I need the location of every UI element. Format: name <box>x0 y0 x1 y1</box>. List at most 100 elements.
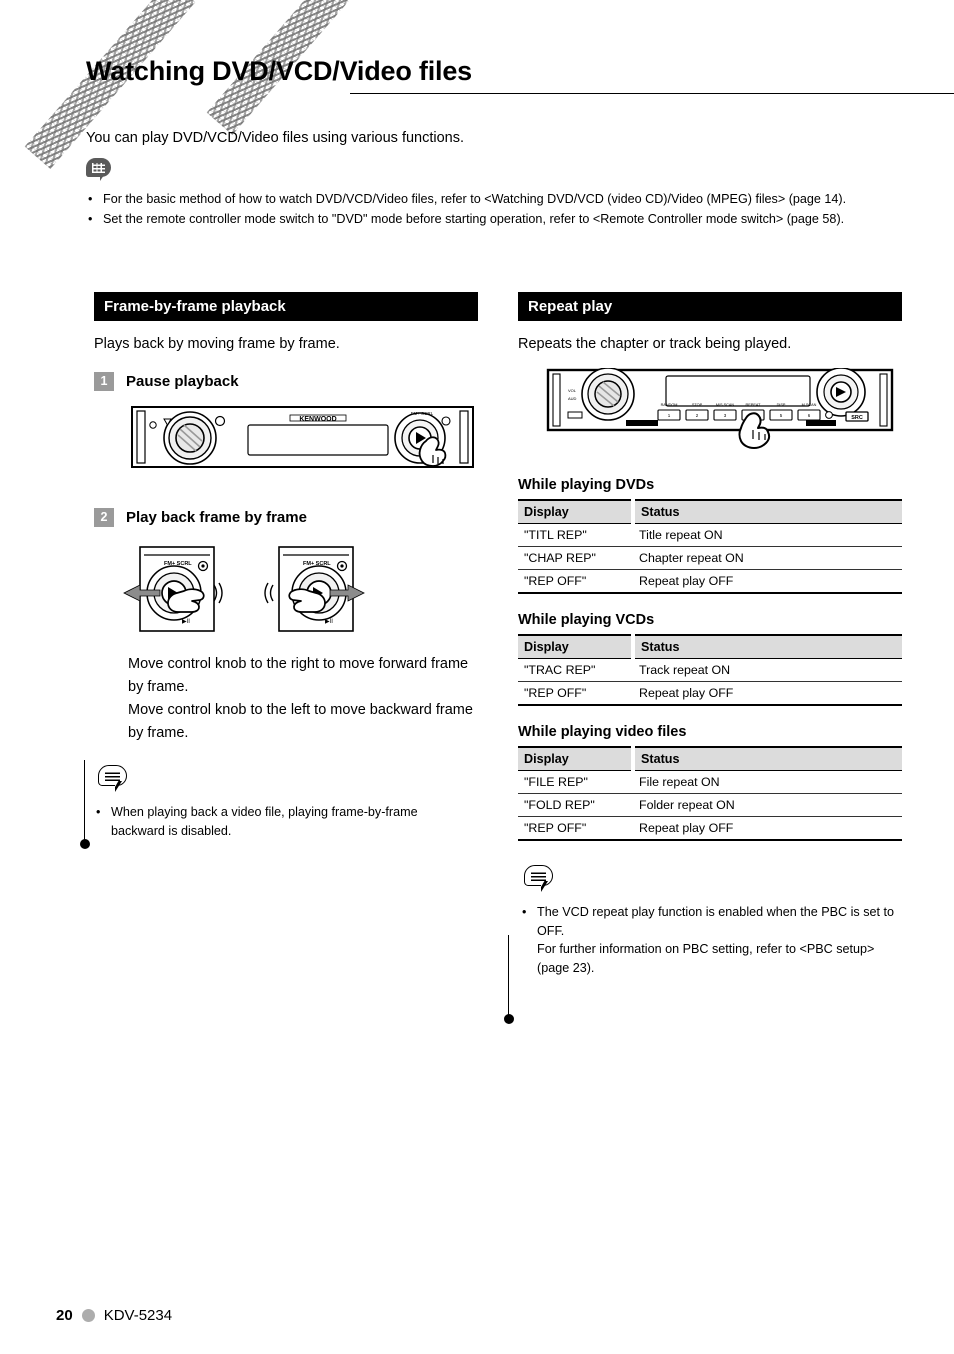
svg-text:DISP: DISP <box>777 403 786 407</box>
table-row: "REP OFF" Repeat play OFF <box>518 817 902 841</box>
svg-text:FM+ SCRL: FM+ SCRL <box>411 411 434 416</box>
cell-status: Title repeat ON <box>633 523 902 547</box>
table-header-row: Display Status <box>518 747 902 771</box>
car-stereo-panel-svg: VOL AUD SRC RANDOM STOP M/S SCAN REPEAT … <box>546 367 894 449</box>
note-cloud-icon <box>524 865 558 893</box>
column-header-display: Display <box>518 747 635 771</box>
bullet-marker: • <box>88 192 93 206</box>
table-header-row: Display Status <box>518 635 902 659</box>
note-bubble-icon <box>86 158 114 182</box>
knob-detail-illustrations: FM+ SCRL ▶II FM+ SCRL ▶II <box>122 541 478 633</box>
page-number: 20 <box>56 1307 73 1324</box>
cell-display: "REP OFF" <box>524 686 587 700</box>
table-row: "CHAP REP" Chapter repeat ON <box>518 546 902 570</box>
table-block-video-files: While playing video files Display Status… <box>518 724 902 841</box>
page-title: Watching DVD/VCD/Video files <box>86 56 472 86</box>
right-column-margin-rule <box>503 935 514 1024</box>
bullet-marker: • <box>96 805 101 819</box>
cell-status: Track repeat ON <box>633 658 902 682</box>
table-header-row: Display Status <box>518 500 902 524</box>
note-item: • Set the remote controller mode switch … <box>88 210 906 229</box>
cell-display: "CHAP REP" <box>518 546 633 570</box>
right-notes-list: • The VCD repeat play function is enable… <box>522 903 906 977</box>
svg-text:▶II: ▶II <box>325 619 333 625</box>
table-block-dvds: While playing DVDs Display Status "TITL … <box>518 477 902 594</box>
column-header-display: Display <box>518 500 635 524</box>
bullet-marker: • <box>88 211 93 226</box>
note-text: When playing back a video file, playing … <box>111 805 418 838</box>
repeat-table-vcds: Display Status "TRAC REP" Track repeat O… <box>518 634 902 706</box>
top-notes-list: • For the basic method of how to watch D… <box>88 190 906 229</box>
svg-text:AUD: AUD <box>568 396 577 401</box>
table-title: While playing VCDs <box>518 612 655 628</box>
cell-display: "FOLD REP" <box>518 793 633 817</box>
left-notes-list: • When playing back a video file, playin… <box>96 803 470 840</box>
column-header-status: Status <box>633 747 902 771</box>
intro-text: You can play DVD/VCD/Video files using v… <box>86 130 465 146</box>
step-label: Play back frame by frame <box>126 509 307 526</box>
instruction-line-1: Move control knob to the right to move f… <box>128 656 469 695</box>
cell-status: Repeat play OFF <box>639 686 734 700</box>
cell-display: "TRAC REP" <box>518 658 633 682</box>
cell-status: Repeat play OFF <box>639 574 734 588</box>
section-header-repeat-play: Repeat play <box>518 292 902 321</box>
table-row: "REP OFF" Repeat play OFF <box>518 570 902 594</box>
step-number-badge: 2 <box>94 508 114 527</box>
svg-text:M.SCAN: M.SCAN <box>802 403 817 407</box>
margin-rule-end-dot <box>79 839 90 849</box>
note-text: The VCD repeat play function is enabled … <box>537 903 906 977</box>
note-text-line-1: The VCD repeat play function is enabled … <box>537 905 895 938</box>
title-rule <box>350 93 954 94</box>
note-item: • When playing back a video file, playin… <box>96 803 470 840</box>
left-column-margin-rule <box>79 760 90 849</box>
manual-page: Watching DVD/VCD/Video files You can pla… <box>0 0 954 1354</box>
step-2: 2 Play back frame by frame <box>94 508 478 527</box>
cell-status: Repeat play OFF <box>639 821 734 835</box>
table-row: "FOLD REP" Folder repeat ON <box>518 793 902 817</box>
svg-text:RANDOM: RANDOM <box>661 403 678 407</box>
margin-rule-end-dot <box>503 1014 514 1024</box>
note-cloud-icon <box>98 765 132 793</box>
table-row: "FILE REP" File repeat ON <box>518 770 902 794</box>
table-title: While playing video files <box>518 724 687 740</box>
cell-display: "TITL REP" <box>518 523 633 547</box>
table-block-vcds: While playing VCDs Display Status "TRAC … <box>518 612 902 706</box>
footer-dot-icon <box>81 1309 95 1322</box>
cell-display: "REP OFF" <box>524 821 587 835</box>
table-row: "TITL REP" Title repeat ON <box>518 523 902 547</box>
svg-text:▶II: ▶II <box>182 619 190 625</box>
section-lead-text: Plays back by moving frame by frame. <box>94 336 340 352</box>
instruction-line-2: Move control knob to the left to move ba… <box>128 702 473 741</box>
cell-status: Folder repeat ON <box>633 793 902 817</box>
section-header-frame-by-frame: Frame-by-frame playback <box>94 292 478 321</box>
note-text: Set the remote controller mode switch to… <box>103 211 845 226</box>
svg-text:STOP: STOP <box>692 403 703 407</box>
title-block: Watching DVD/VCD/Video files <box>86 54 954 94</box>
step-1: 1 Pause playback <box>94 372 478 391</box>
instruction-block: Move control knob to the right to move f… <box>128 653 478 745</box>
car-stereo-faceplate-svg: KENWOOD FM+ SCRL <box>131 406 474 468</box>
svg-text:REPEAT: REPEAT <box>746 403 762 407</box>
cell-display: "FILE REP" <box>518 770 633 794</box>
knob-move-right-svg: FM+ SCRL ▶II <box>264 546 365 632</box>
left-column: Frame-by-frame playback Plays back by mo… <box>94 292 478 841</box>
note-item: • The VCD repeat play function is enable… <box>522 903 906 977</box>
step-number-badge: 1 <box>94 372 114 391</box>
step-label: Pause playback <box>126 373 239 390</box>
cell-status: Chapter repeat ON <box>633 546 902 570</box>
note-text-line-2: For further information on PBC setting, … <box>537 942 875 975</box>
table-row: "REP OFF" Repeat play OFF <box>518 682 902 706</box>
cell-status: File repeat ON <box>633 770 902 794</box>
right-column: Repeat play Repeats the chapter or track… <box>518 292 902 978</box>
note-text: For the basic method of how to watch DVD… <box>103 192 847 206</box>
bullet-marker: • <box>522 905 527 919</box>
device-illustration-panel: VOL AUD SRC RANDOM STOP M/S SCAN REPEAT … <box>546 367 902 459</box>
svg-text:M/S SCAN: M/S SCAN <box>716 403 735 407</box>
column-header-status: Status <box>633 635 902 659</box>
table-title: While playing DVDs <box>518 477 655 493</box>
table-row: "TRAC REP" Track repeat ON <box>518 658 902 682</box>
cell-display: "REP OFF" <box>524 574 587 588</box>
column-header-display: Display <box>518 635 635 659</box>
note-item: • For the basic method of how to watch D… <box>88 190 906 209</box>
page-footer: 20 KDV-5234 <box>56 1307 172 1324</box>
